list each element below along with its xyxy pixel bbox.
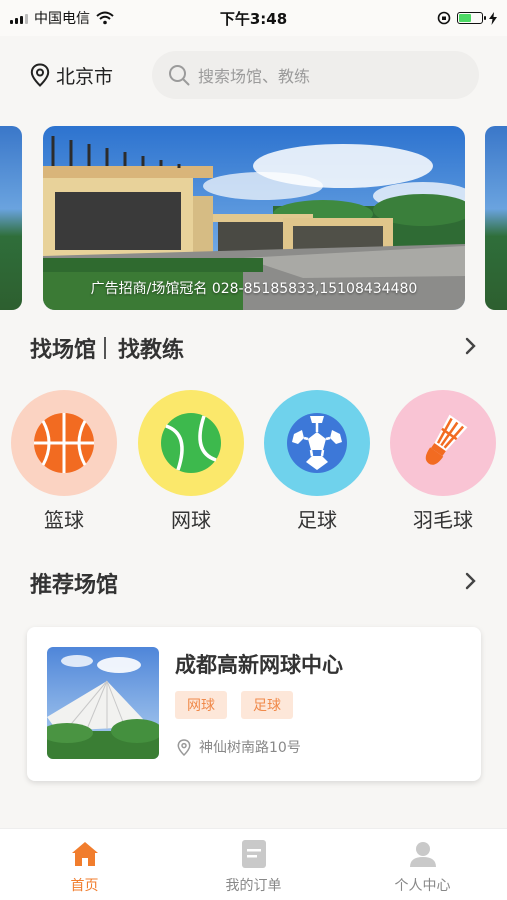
banner-carousel[interactable]: 广告招商/场馆冠名 028-85185833,15108434480 bbox=[0, 126, 507, 310]
venue-card[interactable]: 成都高新网球中心 网球 足球 神仙树南路10号 bbox=[27, 627, 481, 781]
tab-label: 首页 bbox=[70, 878, 99, 894]
banner-slide[interactable]: 广告招商/场馆冠名 028-85185833,15108434480 bbox=[43, 126, 465, 310]
tab-divider bbox=[104, 337, 107, 359]
category-label: 足球 bbox=[297, 508, 337, 532]
location-pin-icon bbox=[177, 738, 191, 756]
venue-tags: 网球 足球 bbox=[175, 691, 293, 719]
banner-prev-slide[interactable] bbox=[0, 126, 22, 310]
tab-orders[interactable]: 我的订单 bbox=[169, 829, 338, 900]
order-list-icon bbox=[241, 840, 266, 868]
header: 北京市 搜索场馆、教练 bbox=[0, 48, 507, 102]
basketball-icon bbox=[34, 413, 94, 473]
rotation-lock-icon bbox=[437, 11, 451, 25]
finder-tabs: 找场馆 找教练 bbox=[30, 332, 184, 364]
tab-home[interactable]: 首页 bbox=[0, 829, 169, 900]
user-icon bbox=[409, 842, 436, 867]
tab-label: 个人中心 bbox=[394, 878, 451, 894]
tab-label: 我的订单 bbox=[225, 878, 282, 894]
home-icon bbox=[71, 842, 98, 866]
tab-find-venue[interactable]: 找场馆 bbox=[30, 332, 96, 364]
status-bar: 中国电信 下午3:48 bbox=[0, 0, 507, 36]
finder-more-chevron-icon[interactable] bbox=[465, 336, 477, 361]
carrier-label: 中国电信 bbox=[34, 11, 90, 27]
status-left: 中国电信 bbox=[10, 8, 114, 28]
soccer-ball-icon bbox=[287, 413, 347, 473]
venue-address-text: 神仙树南路10号 bbox=[199, 740, 301, 756]
city-label: 北京市 bbox=[56, 65, 114, 88]
venue-thumbnail bbox=[47, 647, 159, 759]
tab-profile[interactable]: 个人中心 bbox=[338, 829, 507, 900]
category-basketball[interactable]: 篮球 bbox=[11, 390, 117, 533]
category-badminton[interactable]: 羽毛球 bbox=[390, 390, 496, 533]
search-icon bbox=[169, 65, 190, 86]
category-label: 羽毛球 bbox=[413, 508, 473, 532]
finder-header: 找场馆 找教练 bbox=[30, 328, 477, 368]
battery-icon bbox=[457, 12, 486, 24]
venue-name: 成都高新网球中心 bbox=[175, 653, 343, 677]
venue-tag: 足球 bbox=[241, 691, 293, 719]
category-circle bbox=[264, 390, 370, 496]
status-time: 下午3:48 bbox=[219, 9, 288, 28]
category-circle bbox=[11, 390, 117, 496]
category-label: 网球 bbox=[171, 508, 211, 532]
banner-caption: 广告招商/场馆冠名 028-85185833,15108434480 bbox=[90, 281, 418, 297]
wifi-icon bbox=[96, 11, 114, 25]
banner-next-slide[interactable] bbox=[485, 126, 507, 310]
venue-tag: 网球 bbox=[175, 691, 227, 719]
tab-bar: 首页 我的订单 个人中心 bbox=[0, 828, 507, 900]
tab-find-coach[interactable]: 找教练 bbox=[118, 332, 184, 364]
venue-address: 神仙树南路10号 bbox=[177, 737, 301, 757]
recommended-more-chevron-icon[interactable] bbox=[465, 571, 477, 596]
tennis-ball-icon bbox=[161, 413, 221, 473]
city-selector[interactable]: 北京市 bbox=[30, 62, 152, 89]
shuttlecock-icon bbox=[425, 414, 468, 465]
category-label: 篮球 bbox=[44, 508, 84, 532]
recommended-title: 推荐场馆 bbox=[30, 573, 119, 598]
category-circle bbox=[390, 390, 496, 496]
status-right bbox=[437, 11, 497, 25]
category-circle bbox=[138, 390, 244, 496]
search-input[interactable]: 搜索场馆、教练 bbox=[152, 51, 479, 99]
category-tennis[interactable]: 网球 bbox=[138, 390, 244, 533]
signal-icon bbox=[10, 12, 28, 24]
charging-icon bbox=[489, 11, 497, 25]
location-pin-icon bbox=[30, 63, 50, 87]
recommended-header: 推荐场馆 bbox=[30, 563, 477, 603]
category-soccer[interactable]: 足球 bbox=[264, 390, 370, 533]
search-placeholder: 搜索场馆、教练 bbox=[198, 67, 311, 86]
sport-categories: 篮球 网球 足球 羽毛球 bbox=[0, 390, 507, 533]
